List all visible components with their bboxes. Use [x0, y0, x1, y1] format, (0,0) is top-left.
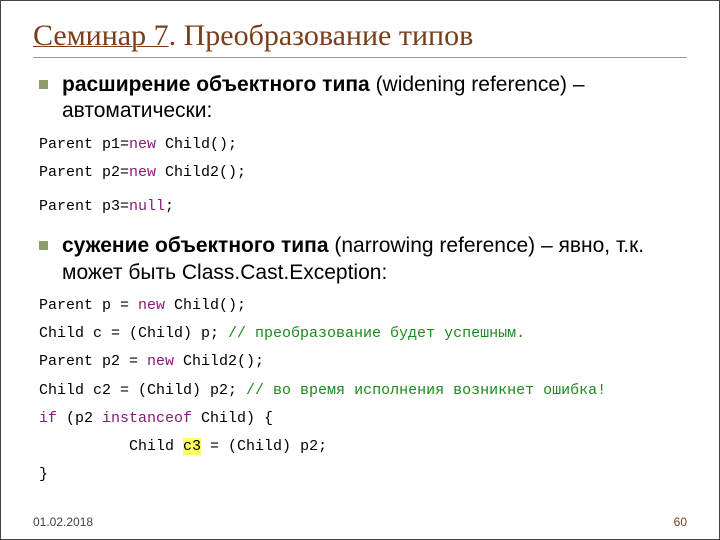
- code2a-kw: new: [138, 297, 165, 314]
- title-divider: [33, 57, 687, 58]
- code2g-p1: }: [39, 466, 48, 483]
- bullet-icon: [39, 80, 48, 89]
- bullet2-bold: сужение объектного типа: [62, 234, 329, 257]
- code2c-p2: Child2();: [174, 353, 264, 370]
- code-line-1b: Parent p2=new Child2();: [39, 163, 687, 183]
- code1b-p2: Child2();: [156, 164, 246, 181]
- code1b-p1: Parent p2=: [39, 164, 129, 181]
- code2f-p1: Child: [39, 438, 183, 455]
- footer-date: 01.02.2018: [33, 515, 93, 529]
- code1a-kw: new: [129, 136, 156, 153]
- code2e-p2: Child) {: [192, 410, 273, 427]
- code2e-kw2: instanceof: [102, 410, 192, 427]
- bullet-item-1: расширение объектного типа (widening ref…: [39, 72, 687, 125]
- code2f-p2: = (Child) p2;: [201, 438, 327, 455]
- code2b-cm: // преобразование будет успешным.: [228, 325, 525, 342]
- code2d-p1: Child c2 = (Child) p2;: [39, 382, 246, 399]
- code-line-2a: Parent p = new Child();: [39, 296, 687, 316]
- code-line-2c: Parent p2 = new Child2();: [39, 352, 687, 372]
- code2d-cm: // во время исполнения возникнет ошибка!: [246, 382, 606, 399]
- code2a-p1: Parent p =: [39, 297, 138, 314]
- code2e-p1: (p2: [57, 410, 102, 427]
- title-underlined: Семинар 7: [33, 19, 169, 52]
- code-line-1a: Parent p1=new Child();: [39, 135, 687, 155]
- slide-title: Семинар 7. Преобразование типов: [33, 19, 687, 53]
- bullet-icon: [39, 241, 48, 250]
- slide: Семинар 7. Преобразование типов расширен…: [1, 1, 719, 539]
- code-line-2b: Child c = (Child) p; // преобразование б…: [39, 324, 687, 344]
- slide-footer: 01.02.2018 60: [33, 515, 687, 529]
- code1c-kw: null: [129, 198, 165, 215]
- footer-page-number: 60: [674, 515, 687, 529]
- code-line-2f: Child c3 = (Child) p2;: [39, 437, 687, 457]
- code1b-kw: new: [129, 164, 156, 181]
- code1a-p2: Child();: [156, 136, 237, 153]
- code2b-p1: Child c = (Child) p;: [39, 325, 228, 342]
- code1a-p1: Parent p1=: [39, 136, 129, 153]
- code1c-p2: ;: [165, 198, 174, 215]
- bullet1-bold: расширение объектного типа: [62, 73, 370, 96]
- code2e-kw1: if: [39, 410, 57, 427]
- title-rest: . Преобразование типов: [169, 19, 474, 52]
- code2c-p1: Parent p2 =: [39, 353, 147, 370]
- code-line-2g: }: [39, 465, 687, 485]
- code-line-2e: if (p2 instanceof Child) {: [39, 409, 687, 429]
- bullet-text-1: расширение объектного типа (widening ref…: [62, 72, 687, 125]
- code2c-kw: new: [147, 353, 174, 370]
- bullet-item-2: сужение объектного типа (narrowing refer…: [39, 233, 687, 286]
- bullet-text-2: сужение объектного типа (narrowing refer…: [62, 233, 687, 286]
- code-line-1c: Parent p3=null;: [39, 197, 687, 217]
- code-line-2d: Child c2 = (Child) p2; // во время испол…: [39, 381, 687, 401]
- code1c-p1: Parent p3=: [39, 198, 129, 215]
- code2a-p2: Child();: [165, 297, 246, 314]
- code2f-hl: c3: [183, 438, 201, 455]
